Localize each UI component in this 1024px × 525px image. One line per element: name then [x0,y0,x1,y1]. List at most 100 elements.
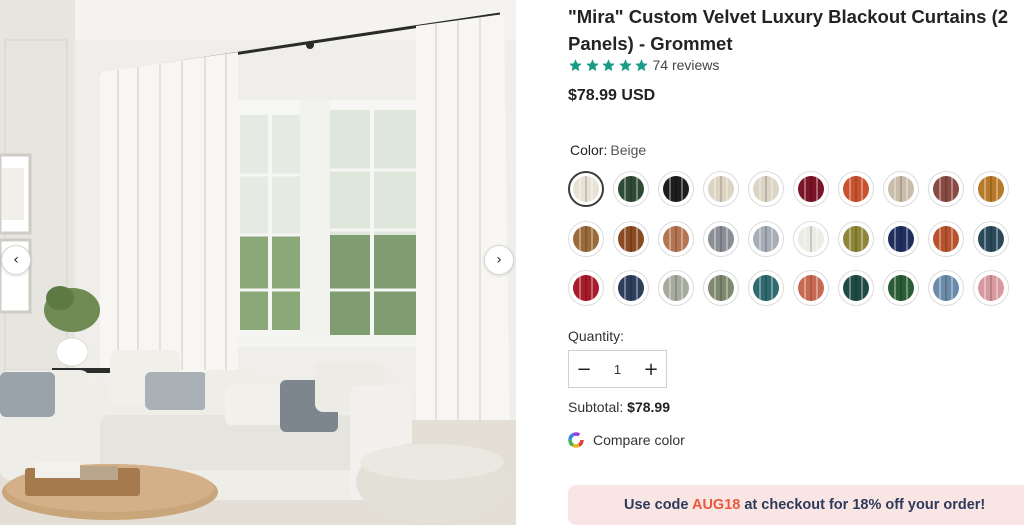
product-price: $78.99 USD [568,87,656,104]
color-swatch-fabric [888,275,914,301]
product-main-image [0,0,516,525]
color-swatch[interactable] [883,171,919,207]
chevron-left-icon: ‹ [13,252,19,268]
color-label-text: Color: [570,142,608,158]
promo-code: AUG18 [691,497,741,513]
color-wheel-icon [568,432,584,448]
product-info-panel: "Mira" Custom Velvet Luxury Blackout Cur… [568,0,1024,525]
star-icon [569,58,582,71]
color-swatch-fabric [618,225,644,252]
color-swatch-fabric [888,225,914,252]
color-swatch[interactable] [748,270,784,306]
color-swatch[interactable] [838,270,874,306]
swatch-row [568,171,1024,221]
color-swatch-fabric [978,275,1004,301]
color-swatch[interactable] [748,220,784,257]
star-icon [618,58,632,71]
color-swatch-fabric [753,275,779,301]
color-swatch[interactable] [703,270,739,306]
star-icon [602,58,615,71]
color-swatch-grid [568,171,1024,320]
decrease-quantity-button[interactable]: − [569,351,599,387]
color-swatch[interactable] [568,270,604,306]
color-swatch-fabric [618,176,644,202]
color-option-label: Color: Beige [570,142,646,158]
color-swatch-fabric [843,225,869,252]
color-swatch-fabric [708,275,734,301]
chevron-right-icon: › [496,252,502,268]
swatch-row [568,220,1024,271]
star-icon [585,58,599,71]
color-swatch-fabric [573,275,599,301]
color-swatch-fabric [753,176,779,202]
color-swatch[interactable] [568,171,604,207]
color-swatch-fabric [843,176,869,202]
color-swatch-fabric [888,176,914,202]
color-swatch-fabric [573,176,599,202]
color-swatch-fabric [798,176,824,202]
star-icon [635,58,648,71]
color-swatch-fabric [798,225,824,252]
increase-quantity-button[interactable]: + [636,351,666,387]
color-swatch[interactable] [658,171,694,207]
subtotal-value: $78.99 [627,399,670,415]
color-swatch-fabric [933,225,959,252]
color-swatch[interactable] [613,171,649,207]
color-swatch[interactable] [928,171,964,207]
color-swatch-fabric [933,176,959,202]
color-swatch[interactable] [703,171,739,207]
color-swatch-fabric [933,275,959,301]
color-swatch[interactable] [613,270,649,306]
color-swatch[interactable] [793,171,829,207]
color-swatch[interactable] [613,220,649,257]
color-swatch[interactable] [568,220,604,257]
color-swatch-fabric [843,275,869,301]
previous-image-button[interactable]: ‹ [1,245,31,275]
color-swatch[interactable] [838,171,874,207]
color-swatch[interactable] [793,220,829,257]
color-swatch-fabric [708,225,734,252]
color-swatch-fabric [798,275,824,301]
color-swatch[interactable] [883,220,919,257]
promo-suffix: at checkout for 18% off your order! [740,497,986,513]
next-image-button[interactable]: › [484,245,514,275]
color-swatch-fabric [663,176,689,202]
color-swatch-fabric [978,176,1004,202]
color-swatch-fabric [663,225,689,252]
quantity-stepper: − + [568,350,667,388]
color-swatch[interactable] [793,270,829,306]
product-image-gallery: ‹ › [0,0,516,525]
color-swatch[interactable] [703,220,739,257]
product-title: "Mira" Custom Velvet Luxury Blackout Cur… [568,6,1009,54]
selected-color-value: Beige [610,142,647,158]
color-swatch[interactable] [973,220,1009,257]
color-swatch-fabric [663,275,689,301]
compare-color-button[interactable]: Compare color [568,432,685,448]
star-rating [568,58,651,73]
color-swatch-fabric [978,225,1004,252]
promo-text: Use code AUG18 at checkout for 18% off y… [624,497,985,513]
color-swatch-fabric [753,225,779,252]
promo-banner: Use code AUG18 at checkout for 18% off y… [568,485,1024,525]
swatch-row [568,270,1024,320]
color-swatch[interactable] [928,220,964,257]
quantity-input[interactable] [599,351,636,387]
subtotal: Subtotal: $78.99 [568,399,670,415]
product-rating[interactable]: 74 reviews [568,57,719,73]
color-swatch[interactable] [658,220,694,257]
promo-prefix: Use code [624,497,692,513]
compare-color-label: Compare color [593,432,685,448]
color-swatch[interactable] [838,220,874,257]
color-swatch[interactable] [883,270,919,306]
color-swatch-fabric [708,176,734,202]
color-swatch[interactable] [928,270,964,306]
color-swatch[interactable] [973,171,1009,207]
color-swatch[interactable] [973,270,1009,306]
color-swatch-fabric [618,275,644,301]
color-swatch[interactable] [658,270,694,306]
subtotal-label: Subtotal: [568,399,624,415]
review-count-link[interactable]: 74 reviews [653,57,720,73]
color-swatch-fabric [573,225,599,252]
quantity-label: Quantity: [568,328,625,344]
color-swatch[interactable] [748,171,784,207]
